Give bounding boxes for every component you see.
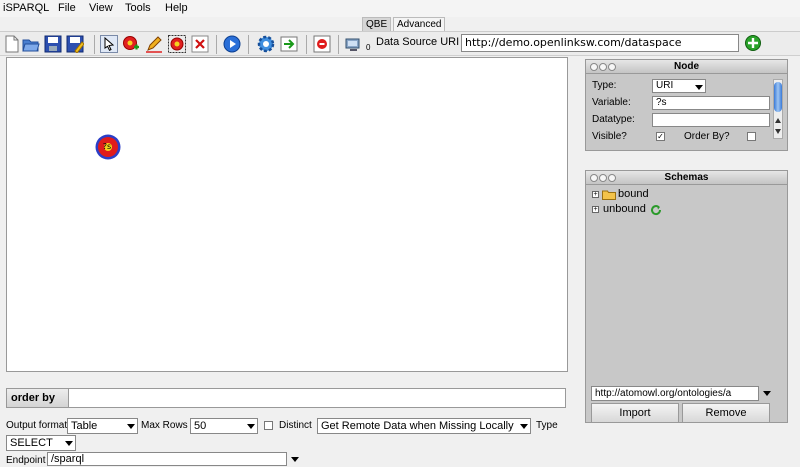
new-document-icon[interactable] [3,35,21,53]
datasource-label: Data Source URI [376,36,460,48]
remove-button[interactable]: Remove [682,403,770,423]
scroll-up-icon[interactable] [775,118,781,123]
chevron-down-icon [247,424,255,429]
type-select[interactable]: URI [652,79,706,93]
distinct-checkbox[interactable] [264,421,273,430]
chevron-down-icon [695,85,703,90]
scrollbar-thumb[interactable] [774,82,782,112]
node-panel: Node Type: URI Variable: ?s Datatype: Vi… [585,59,788,151]
toolbar-separator [306,35,307,54]
node-panel-title: Node [586,60,787,74]
schema-uri-input[interactable]: http://atomowl.org/ontologies/a [591,386,759,401]
orderby-label: Order By? [684,131,730,142]
expand-icon[interactable]: + [592,191,599,198]
orderby-label: order by [7,389,69,407]
menu-bar: iSPARQL File View Tools Help [0,0,800,17]
select-cursor-icon[interactable] [100,35,118,53]
output-format-value: Table [71,420,98,432]
max-rows-value: 50 [194,420,207,432]
open-folder-icon[interactable] [22,35,40,53]
datasource-uri-input[interactable]: http://demo.openlinksw.com/dataspace [461,34,739,52]
datasource-count-badge: 0 [366,43,371,52]
node-panel-scrollbar[interactable] [773,79,783,139]
toolbar-separator [216,35,217,54]
chevron-down-icon [520,424,528,429]
group-nodes-icon[interactable] [168,35,186,53]
refresh-icon[interactable] [650,204,662,216]
menu-app-name[interactable]: iSPARQL [3,2,49,14]
schemas-panel-title: Schemas [586,171,787,185]
load-icon[interactable] [280,35,298,53]
query-type-value: SELECT [10,437,53,449]
schemas-panel-title-text: Schemas [664,172,709,183]
tree-item-label: unbound [603,203,646,215]
type-select-value: URI [656,80,674,91]
chevron-down-icon[interactable] [291,457,299,462]
query-node-label: ?s [103,142,111,151]
orderby-checkbox[interactable] [747,132,756,141]
max-rows-select[interactable]: 50 [190,418,258,434]
menu-view[interactable]: View [89,2,113,14]
datatype-input[interactable] [652,113,770,127]
chevron-down-icon [127,424,135,429]
window-controls [590,62,617,75]
maximize-icon[interactable] [608,174,616,182]
orderby-bar[interactable]: order by [6,388,566,408]
max-rows-label: Max Rows [141,420,188,431]
tree-item-label: bound [618,188,649,200]
menu-file[interactable]: File [58,2,76,14]
minimize-icon[interactable] [599,174,607,182]
delete-icon[interactable] [191,35,209,53]
save-as-icon[interactable] [66,35,84,53]
minimize-icon[interactable] [599,63,607,71]
schemas-panel: Schemas + bound + unbound http://atomowl… [585,170,788,423]
endpoint-label: Endpoint [6,455,46,466]
run-query-icon[interactable] [223,35,241,53]
variable-label: Variable: [592,97,631,108]
visible-label: Visible? [592,131,627,142]
output-format-select[interactable]: Table [67,418,138,434]
chevron-down-icon[interactable] [763,391,771,396]
toolbar-separator [248,35,249,54]
tab-qbe[interactable]: QBE [362,17,392,31]
add-node-icon[interactable] [122,35,140,53]
add-datasource-icon[interactable] [744,34,762,52]
folder-icon [602,190,616,200]
datatype-label: Datatype: [592,114,635,125]
data-source-icon[interactable] [345,35,363,53]
close-icon[interactable] [590,174,598,182]
pencil-icon[interactable] [145,35,163,53]
settings-gear-icon[interactable] [257,35,275,53]
remote-data-value: Get Remote Data when Missing Locally [321,420,514,432]
tab-advanced[interactable]: Advanced [393,17,446,31]
close-icon[interactable] [590,63,598,71]
variable-input[interactable]: ?s [652,96,770,110]
node-panel-title-text: Node [674,61,699,72]
window-controls [590,173,617,186]
chevron-down-icon [65,441,73,446]
type-label: Type [536,420,558,431]
query-type-select[interactable]: SELECT [6,435,76,451]
type-label: Type: [592,80,617,91]
save-icon[interactable] [44,35,62,53]
expand-icon[interactable]: + [592,206,599,213]
menu-help[interactable]: Help [165,2,188,14]
output-format-label: Output format [6,420,68,431]
distinct-label: Distinct [279,420,312,431]
toolbar-separator [338,35,339,54]
remote-data-select[interactable]: Get Remote Data when Missing Locally [317,418,531,434]
query-node[interactable]: ?s [94,133,122,161]
visible-checkbox[interactable]: ✓ [656,132,665,141]
toolbar-separator [94,35,95,54]
stop-icon[interactable] [313,35,331,53]
menu-tools[interactable]: Tools [125,2,151,14]
endpoint-input[interactable]: /sparql [47,452,287,466]
maximize-icon[interactable] [608,63,616,71]
scroll-down-icon[interactable] [775,129,781,134]
import-button[interactable]: Import [591,403,679,423]
query-canvas[interactable]: ?s [6,57,568,372]
